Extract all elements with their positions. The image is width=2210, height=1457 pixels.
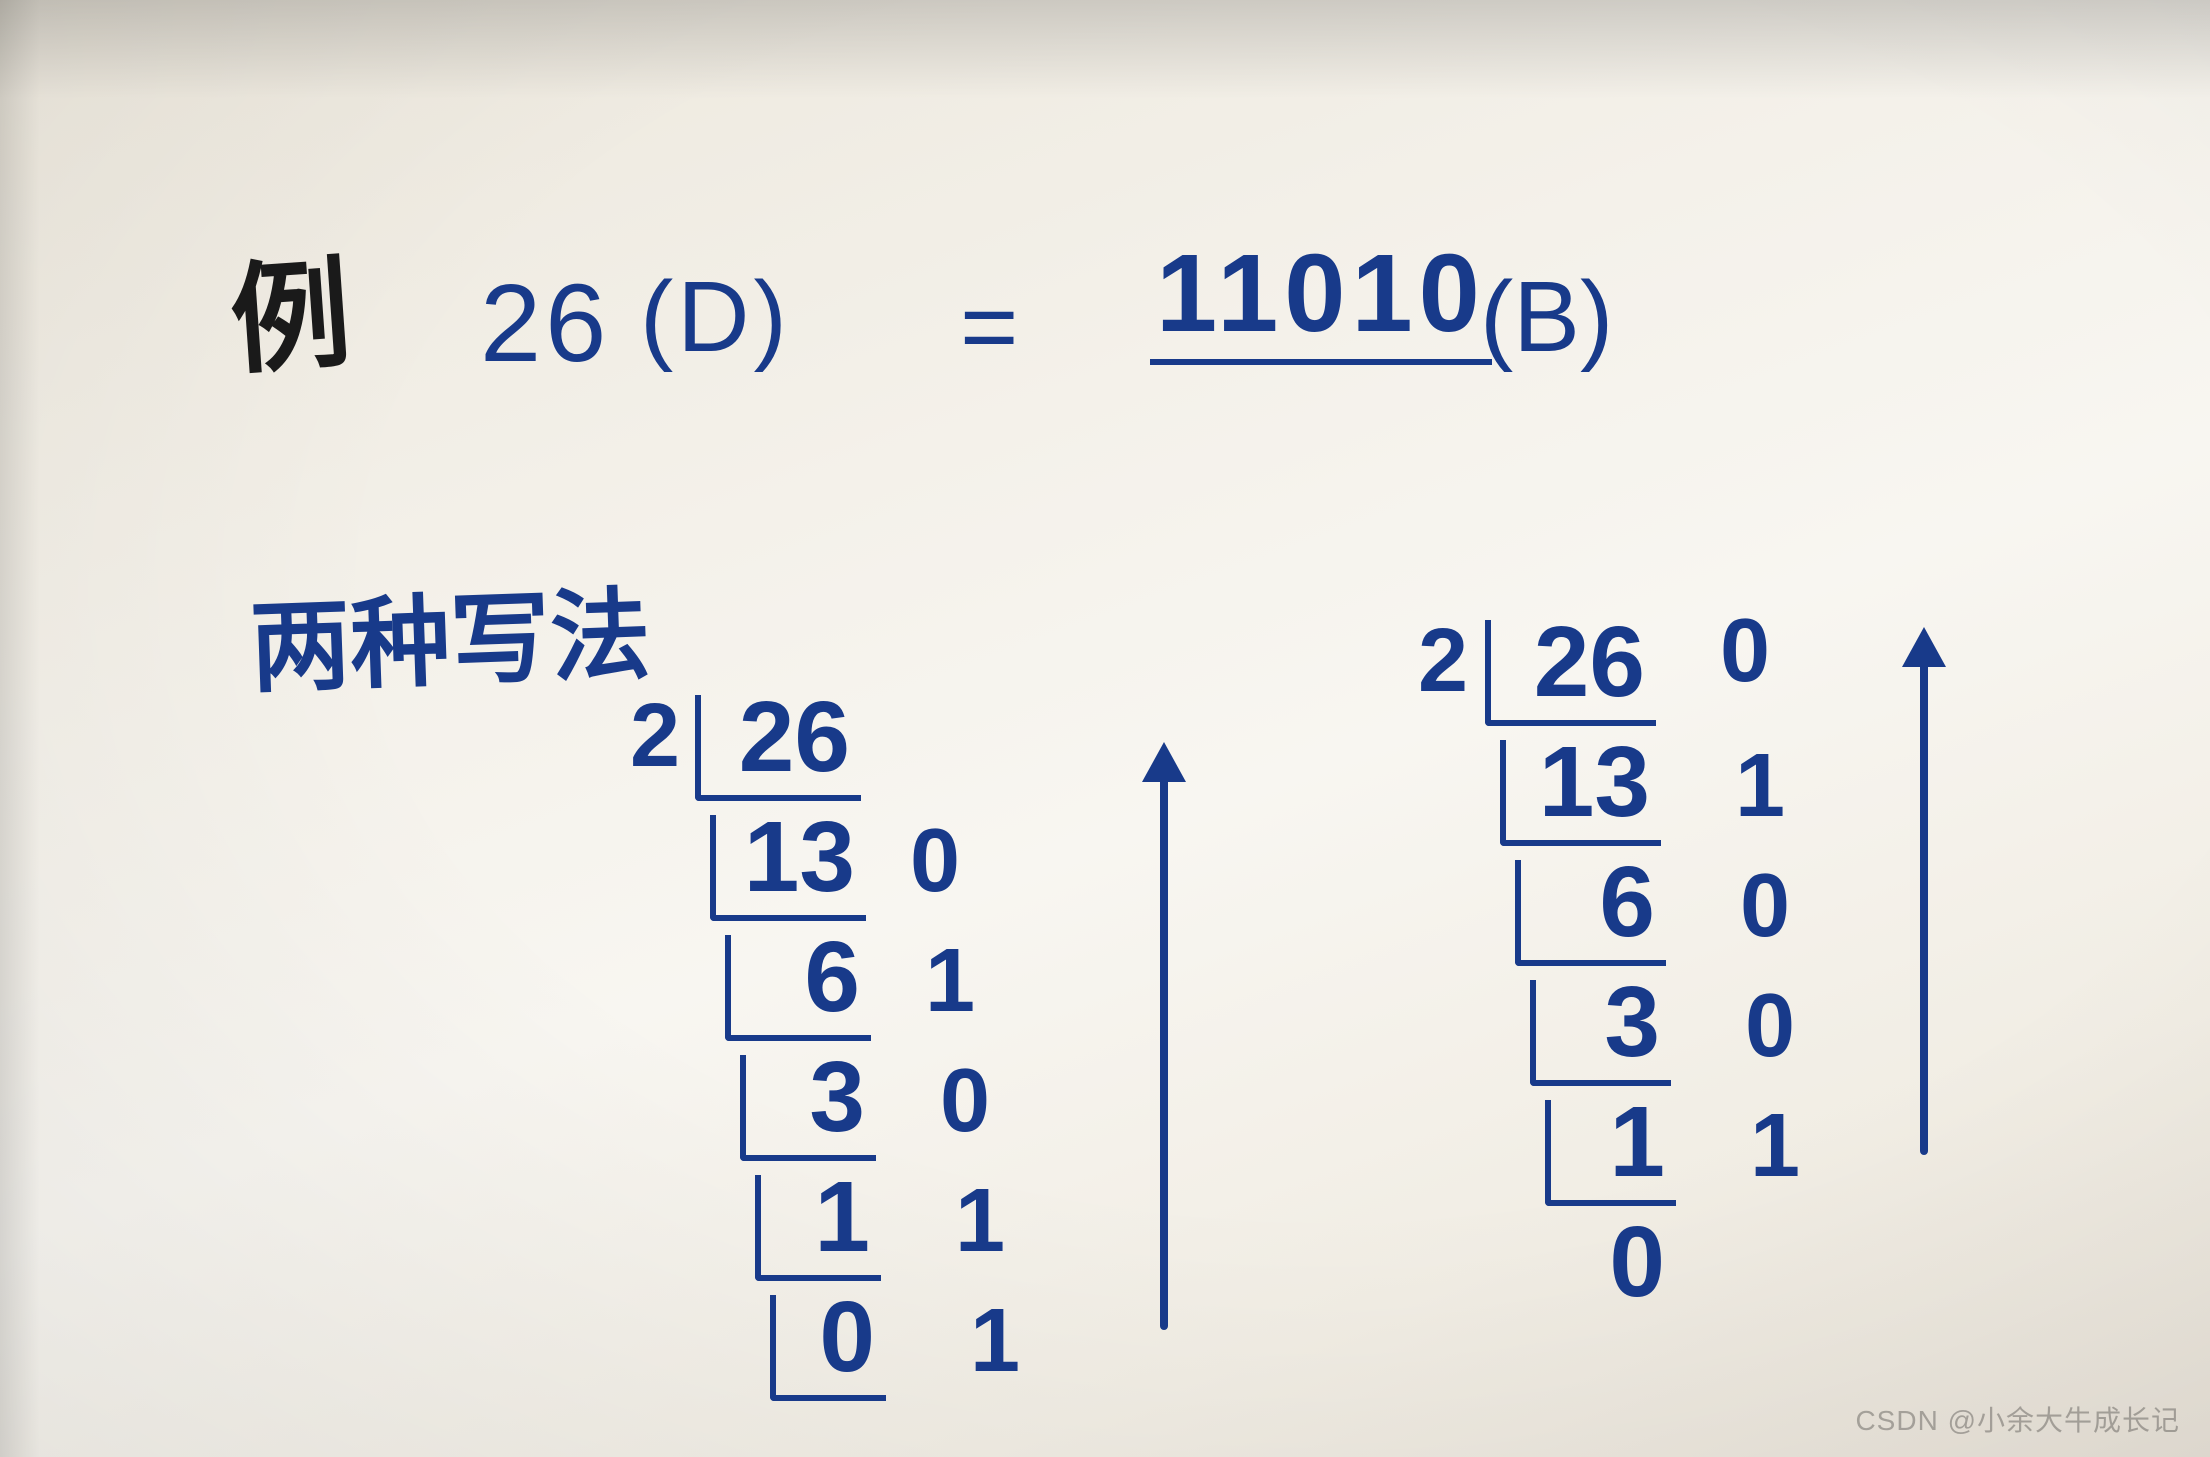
binary-answer: 11010 bbox=[1150, 230, 1492, 365]
remainder: 1 bbox=[970, 1290, 1020, 1393]
quotient: 6 bbox=[740, 920, 860, 1035]
quotient: 6 bbox=[1530, 845, 1655, 960]
arrow-up-icon bbox=[1160, 770, 1168, 1330]
remainder: 0 bbox=[1745, 975, 1795, 1078]
divisor-2-m1: 2 bbox=[630, 685, 680, 788]
arrow-up-icon bbox=[1920, 655, 1928, 1155]
remainder: 0 bbox=[1740, 855, 1790, 958]
remainder: 1 bbox=[1750, 1095, 1800, 1198]
divisor-2-m2: 2 bbox=[1418, 610, 1468, 713]
binary-suffix: (B) bbox=[1480, 260, 1613, 375]
remainder: 0 bbox=[1720, 600, 1770, 703]
quotient: 13 bbox=[1515, 725, 1650, 840]
remainder: 0 bbox=[940, 1050, 990, 1153]
subtitle-two-methods: 两种写法 bbox=[248, 553, 653, 712]
remainder: 1 bbox=[925, 930, 975, 1033]
quotient: 1 bbox=[770, 1160, 870, 1275]
quotient: 3 bbox=[1545, 965, 1660, 1080]
remainder: 1 bbox=[1735, 735, 1785, 838]
decimal-suffix: (D) bbox=[640, 260, 791, 375]
quotient: 26 bbox=[1500, 605, 1645, 720]
quotient: 0 bbox=[1575, 1205, 1665, 1320]
remainder: 0 bbox=[910, 810, 960, 913]
quotient: 0 bbox=[785, 1280, 875, 1395]
remainder: 1 bbox=[955, 1170, 1005, 1273]
decimal-value: 26 bbox=[480, 260, 610, 387]
quotient: 3 bbox=[755, 1040, 865, 1155]
quotient: 13 bbox=[725, 800, 855, 915]
quotient: 1 bbox=[1560, 1085, 1665, 1200]
equals-sign: = bbox=[960, 270, 1022, 385]
watermark: CSDN @小余大牛成长记 bbox=[1855, 1399, 2180, 1439]
quotient: 26 bbox=[710, 680, 850, 795]
example-label: 例 bbox=[224, 216, 356, 398]
